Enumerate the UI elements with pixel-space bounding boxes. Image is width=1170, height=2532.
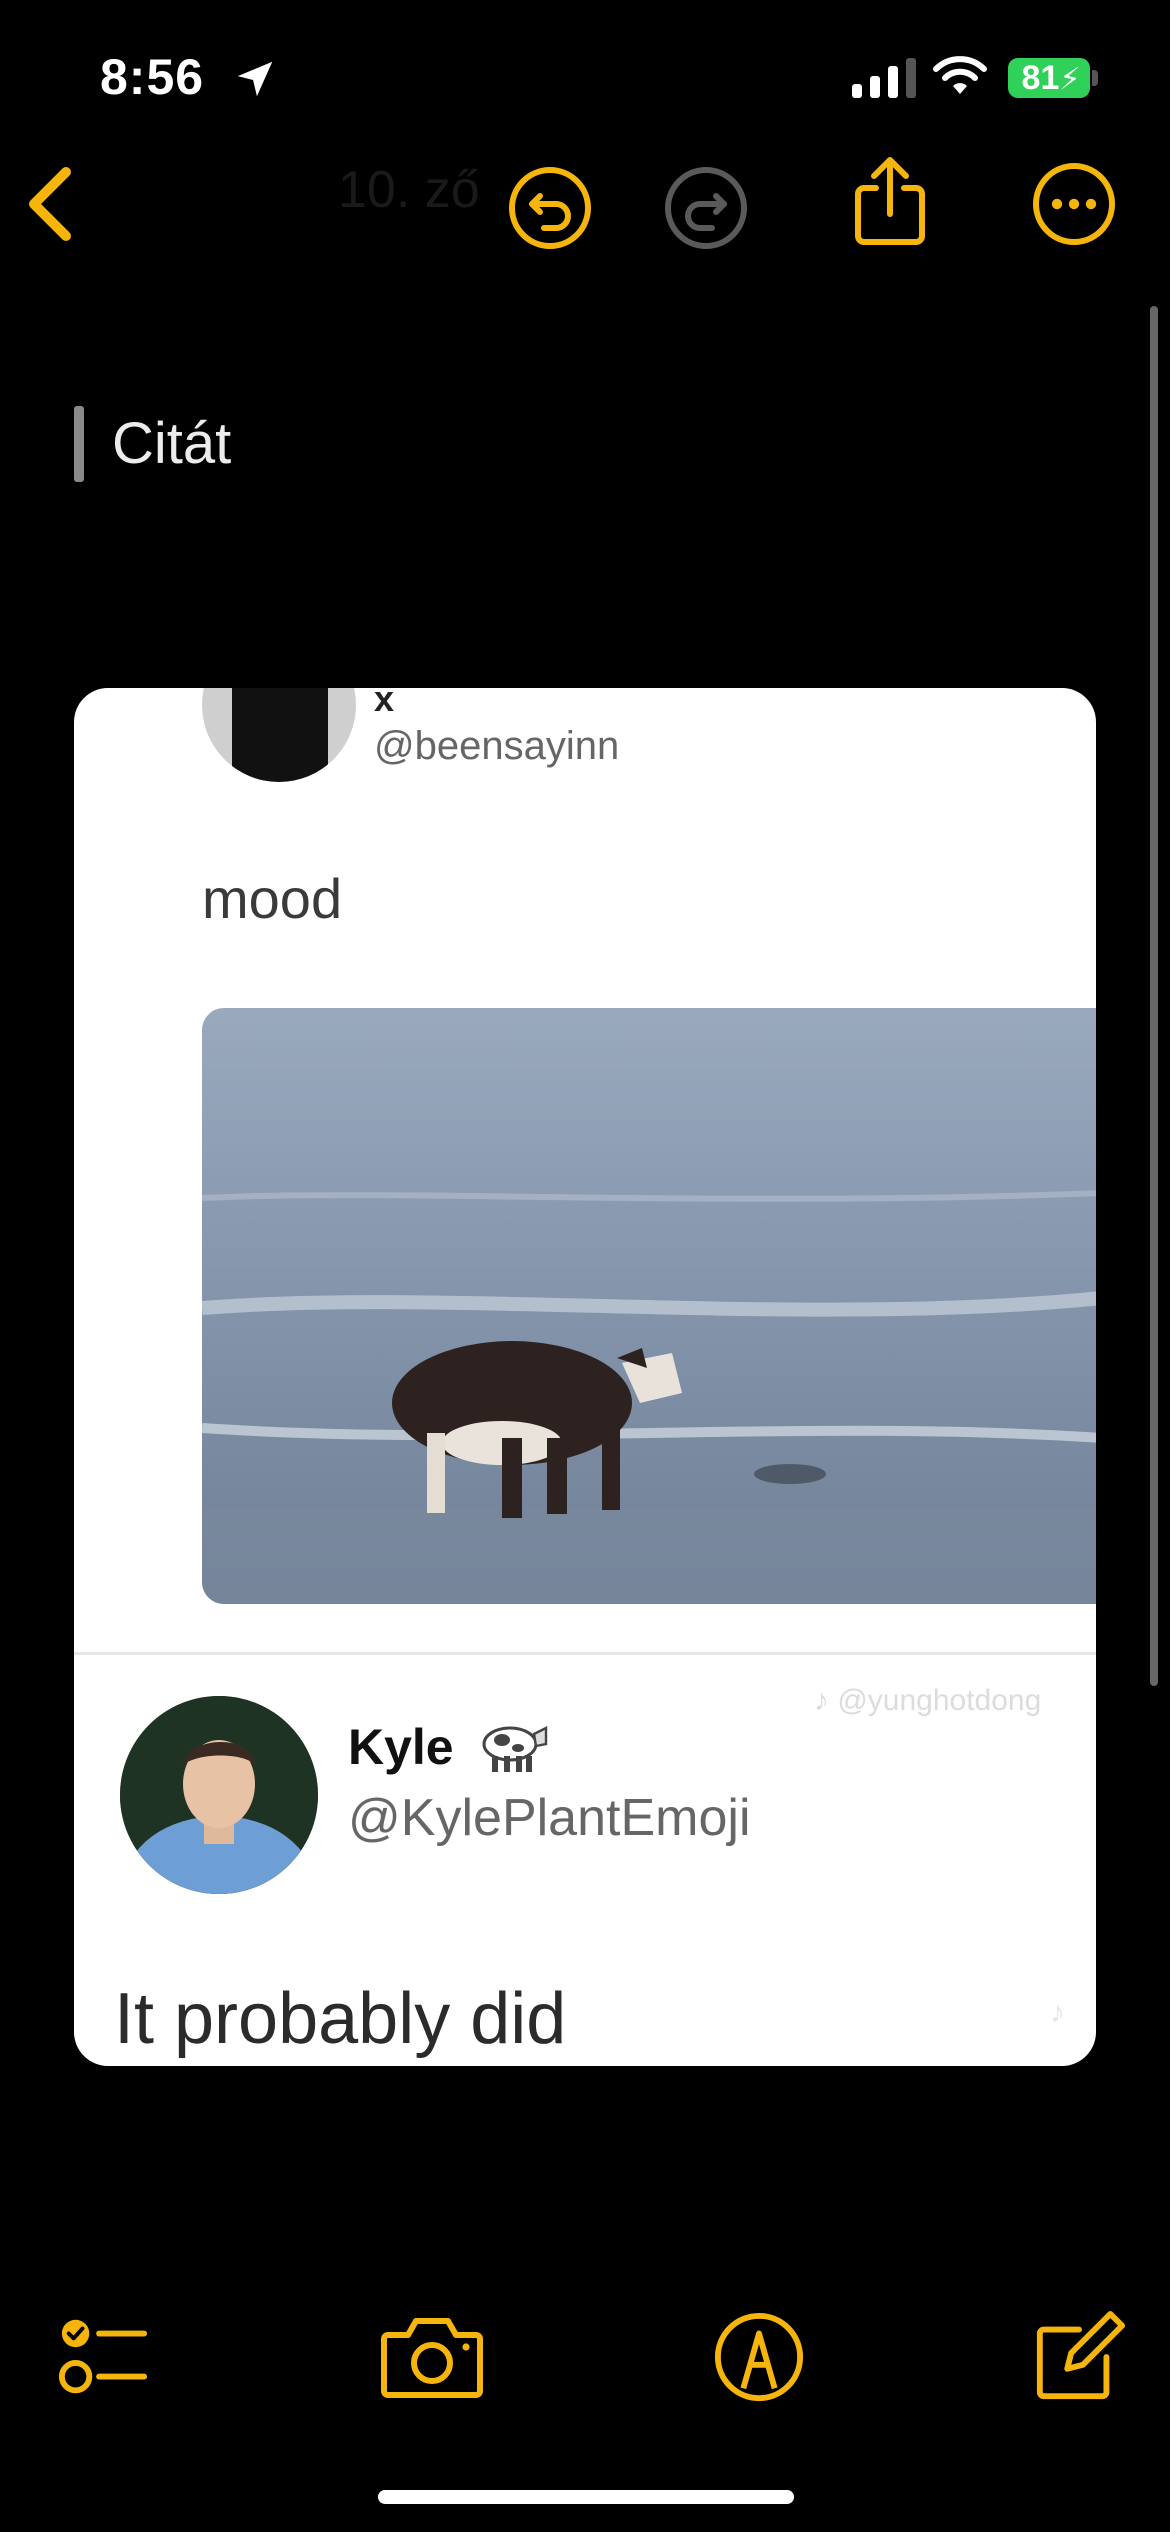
tweet2-text: It probably did bbox=[114, 1979, 567, 2059]
cellular-signal-icon bbox=[852, 58, 916, 98]
battery-nub bbox=[1092, 70, 1098, 86]
scrollbar[interactable] bbox=[1150, 306, 1158, 1686]
status-time: 8:56 bbox=[100, 49, 205, 105]
battery-percent: 81⚡ bbox=[1021, 59, 1081, 97]
tweet2-handle: @KylePlantEmoji bbox=[348, 1789, 751, 1847]
camera-icon[interactable] bbox=[380, 2310, 484, 2404]
tweet1-handle: @beensayinn bbox=[374, 724, 620, 768]
undo-icon[interactable] bbox=[508, 166, 592, 250]
block-quote-text[interactable]: Citát bbox=[112, 406, 231, 482]
cow-on-beach-photo bbox=[202, 1008, 1096, 1604]
home-indicator[interactable] bbox=[378, 2490, 794, 2504]
cow-emoji-icon bbox=[482, 1726, 548, 1772]
location-arrow-icon bbox=[237, 61, 273, 97]
wifi-icon bbox=[933, 56, 987, 94]
tweet1-avatar bbox=[202, 688, 356, 782]
checklist-icon[interactable] bbox=[56, 2310, 150, 2404]
block-quote-bar bbox=[74, 406, 84, 482]
compose-icon[interactable] bbox=[1032, 2310, 1126, 2404]
tweet1-text: mood bbox=[202, 867, 343, 930]
tiktok-watermark-2: ♪ bbox=[1050, 1996, 1065, 2029]
back-chevron-icon[interactable] bbox=[22, 164, 74, 244]
note-attachment-image[interactable]: x @beensayinn mood ♪ @yunghotdong Kyle @… bbox=[74, 688, 1096, 2066]
tiktok-watermark: ♪ @yunghotdong bbox=[814, 1684, 1042, 1717]
tweet1-name: x bbox=[374, 688, 395, 719]
share-icon[interactable] bbox=[852, 156, 928, 248]
tweet-divider bbox=[74, 1652, 1096, 1655]
tweet2-avatar bbox=[120, 1696, 318, 1894]
charging-bolt-icon: ⚡ bbox=[1059, 63, 1081, 96]
more-icon[interactable] bbox=[1032, 162, 1116, 246]
markup-icon[interactable] bbox=[712, 2310, 806, 2404]
tweet2-name: Kyle bbox=[348, 1719, 454, 1775]
nav-title-ghost: 10. ző bbox=[338, 161, 480, 219]
redo-icon[interactable] bbox=[664, 166, 748, 250]
